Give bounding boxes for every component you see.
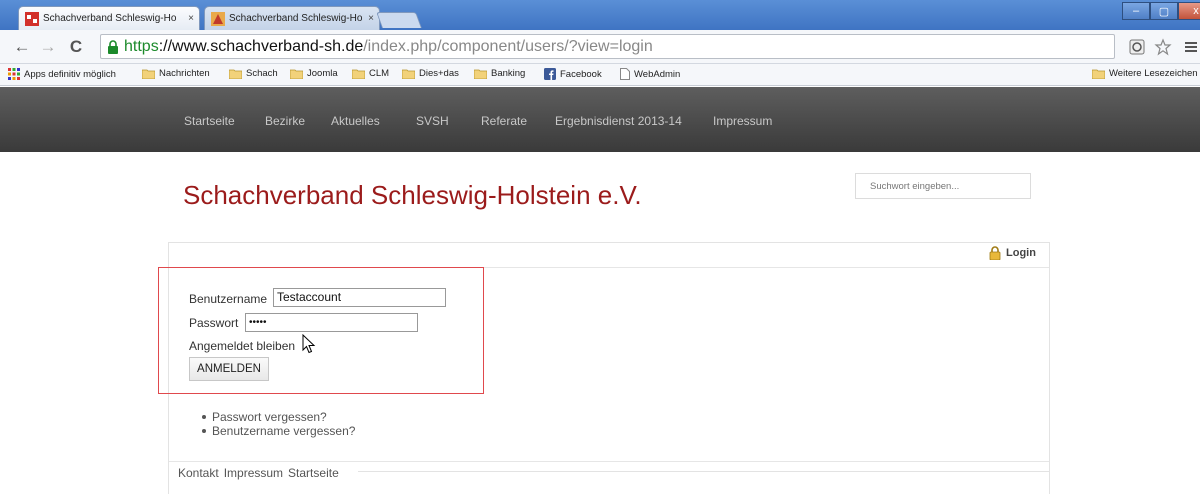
url-host: ://www.schachverband-sh.de xyxy=(158,37,364,55)
address-bar[interactable]: https://www.schachverband-sh.de/index.ph… xyxy=(100,34,1115,59)
window-controls: – ▢ x xyxy=(1122,2,1200,20)
link-label: Benutzername vergessen? xyxy=(212,424,356,438)
footer-links: Kontakt Impressum Startseite xyxy=(178,466,344,480)
folder-icon xyxy=(352,69,365,79)
bookmark-webadmin[interactable]: WebAdmin xyxy=(620,68,680,80)
login-link-label: Login xyxy=(1006,247,1036,259)
divider xyxy=(358,471,1050,472)
bookmark-folder-diesdas[interactable]: Dies+das xyxy=(402,68,459,79)
bullet-icon xyxy=(202,429,206,433)
facebook-icon xyxy=(544,68,556,80)
footer-link-startseite[interactable]: Startseite xyxy=(288,466,339,480)
bookmark-folder-joomla[interactable]: Joomla xyxy=(290,68,338,79)
close-window-button[interactable]: x xyxy=(1178,2,1200,20)
new-tab-button[interactable] xyxy=(376,12,422,28)
secure-lock-icon xyxy=(108,39,118,54)
bookmark-star-icon[interactable] xyxy=(1154,38,1172,56)
nav-item-impressum[interactable]: Impressum xyxy=(713,114,772,128)
password-field[interactable]: ••••• xyxy=(245,313,418,332)
bookmark-label: Facebook xyxy=(560,68,602,80)
browser-toolbar: ← → C https://www.schachverband-sh.de/in… xyxy=(0,30,1200,64)
mouse-cursor-icon xyxy=(302,334,316,354)
browser-tab-inactive[interactable]: Schachverband Schleswig-Ho × xyxy=(204,6,380,30)
bookmark-label: Banking xyxy=(491,68,526,79)
nav-item-svsh[interactable]: SVSH xyxy=(416,114,449,128)
folder-icon xyxy=(402,69,415,79)
nav-item-startseite[interactable]: Startseite xyxy=(184,114,235,128)
forward-arrow-icon[interactable]: → xyxy=(38,38,58,56)
bookmark-label: Nachrichten xyxy=(159,68,210,79)
nav-item-ergebnisdienst[interactable]: Ergebnisdienst 2013-14 xyxy=(555,114,682,128)
url-path: /index.php/component/users/?view=login xyxy=(363,37,653,55)
maximize-button[interactable]: ▢ xyxy=(1150,2,1178,20)
forgot-password-link[interactable]: Passwort vergessen? xyxy=(202,410,355,424)
extension-icon[interactable] xyxy=(1128,38,1146,56)
site-favicon-icon xyxy=(211,11,225,26)
username-label: Benutzername xyxy=(189,292,268,306)
bookmark-folder-banking[interactable]: Banking xyxy=(474,68,525,79)
folder-icon xyxy=(290,69,303,79)
reload-icon[interactable]: C xyxy=(66,38,86,56)
tab-title: Schachverband Schleswig-Ho xyxy=(229,13,363,24)
bookmarks-bar: Apps definitiv möglich Nachrichten Schac… xyxy=(0,64,1200,86)
bookmark-label: Apps definitiv möglich xyxy=(24,68,116,80)
divider xyxy=(169,461,1049,462)
nav-item-aktuelles[interactable]: Aktuelles xyxy=(331,114,380,128)
password-label: Passwort xyxy=(189,316,239,330)
bookmark-apps[interactable]: Apps definitiv möglich xyxy=(8,68,116,80)
login-submit-button[interactable]: ANMELDEN xyxy=(189,357,269,381)
folder-icon xyxy=(1092,69,1105,79)
other-bookmarks-folder[interactable]: Weitere Lesezeichen xyxy=(1092,68,1198,79)
search-input[interactable]: Suchwort eingeben... xyxy=(855,173,1031,199)
browser-tab-active[interactable]: Schachverband Schleswig-Ho × xyxy=(18,6,200,30)
apps-grid-icon xyxy=(8,68,20,80)
back-arrow-icon[interactable]: ← xyxy=(12,38,32,56)
folder-icon xyxy=(474,69,487,79)
bullet-icon xyxy=(202,415,206,419)
footer-link-impressum[interactable]: Impressum xyxy=(224,466,283,480)
folder-icon xyxy=(142,69,155,79)
bookmark-folder-schach[interactable]: Schach xyxy=(229,68,278,79)
username-field[interactable]: Testaccount xyxy=(273,288,446,307)
bookmark-folder-nachrichten[interactable]: Nachrichten xyxy=(142,68,210,79)
bookmark-label: Dies+das xyxy=(419,68,459,79)
bookmark-label: Schach xyxy=(246,68,278,79)
bookmark-label: WebAdmin xyxy=(634,68,681,80)
bookmark-label: Weitere Lesezeichen xyxy=(1109,68,1198,79)
site-title: Schachverband Schleswig-Holstein e.V. xyxy=(183,180,642,210)
folder-icon xyxy=(229,69,242,79)
browser-tabstrip: Schachverband Schleswig-Ho × Schachverba… xyxy=(0,0,1200,30)
remember-me-label[interactable]: Angemeldet bleiben xyxy=(189,339,295,353)
bookmark-facebook[interactable]: Facebook xyxy=(544,68,602,80)
link-label: Passwort vergessen? xyxy=(212,410,327,424)
login-link[interactable]: Login xyxy=(989,246,1036,260)
minimize-button[interactable]: – xyxy=(1122,2,1150,20)
site-favicon-icon xyxy=(25,11,39,26)
tab-title: Schachverband Schleswig-Ho xyxy=(43,13,177,24)
bookmark-folder-clm[interactable]: CLM xyxy=(352,68,389,79)
padlock-icon xyxy=(989,246,1001,260)
bookmark-label: Joomla xyxy=(307,68,338,79)
help-links: Passwort vergessen? Benutzername vergess… xyxy=(202,410,355,438)
url-scheme: https xyxy=(124,37,159,55)
nav-item-bezirke[interactable]: Bezirke xyxy=(265,114,305,128)
site-navigation: Startseite Bezirke Aktuelles SVSH Refera… xyxy=(0,87,1200,152)
forgot-username-link[interactable]: Benutzername vergessen? xyxy=(202,424,355,438)
nav-item-referate[interactable]: Referate xyxy=(481,114,527,128)
tab-close-icon[interactable]: × xyxy=(183,13,199,24)
menu-icon[interactable] xyxy=(1182,38,1200,56)
page-icon xyxy=(620,68,630,80)
bookmark-label: CLM xyxy=(369,68,390,79)
footer-link-kontakt[interactable]: Kontakt xyxy=(178,466,219,480)
